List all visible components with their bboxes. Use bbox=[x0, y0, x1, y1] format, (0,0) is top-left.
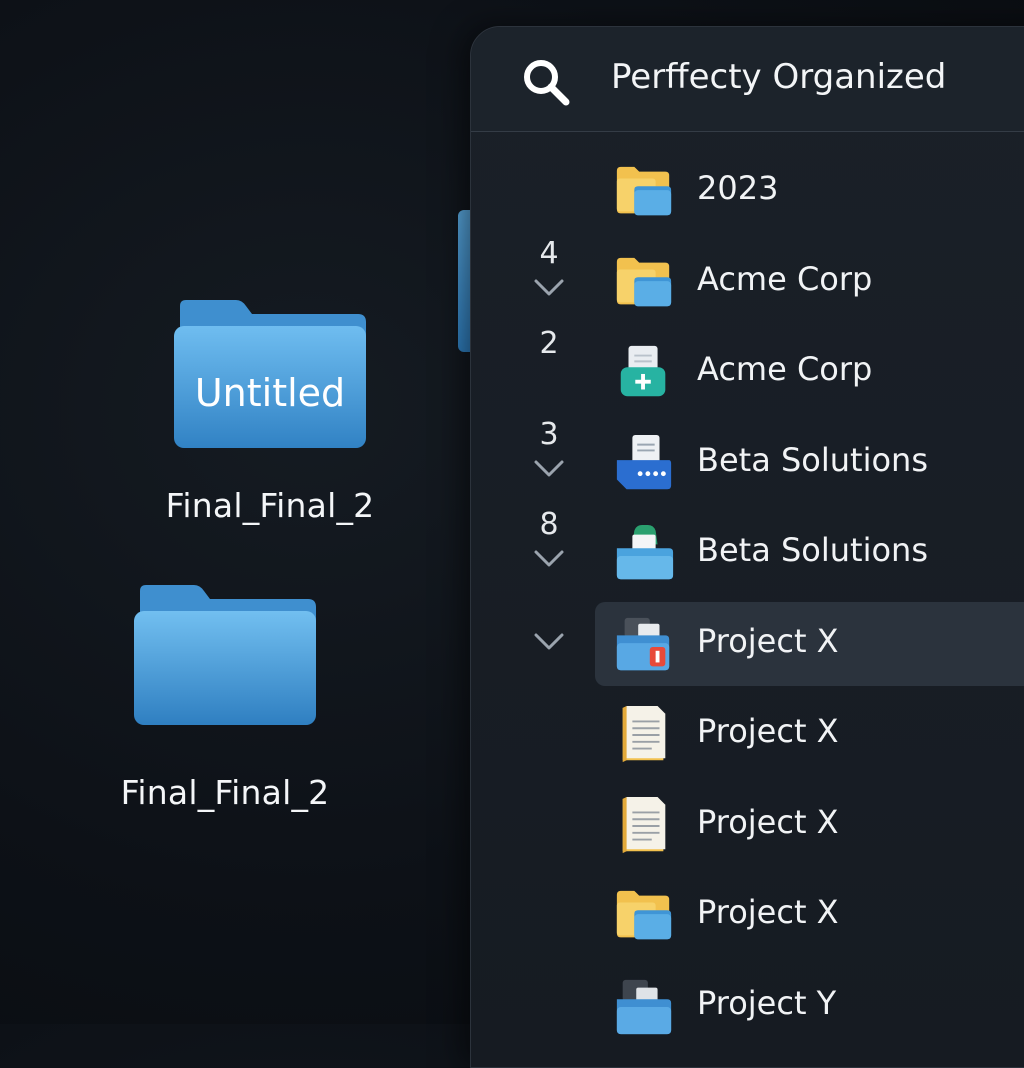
folder-red-badge-icon bbox=[616, 617, 670, 670]
yellow-document-icon bbox=[622, 796, 666, 853]
folder-row[interactable]: Project Y bbox=[471, 964, 1024, 1048]
desktop-folder-final[interactable]: Final_Final_2 bbox=[105, 585, 345, 812]
item-count: 8 bbox=[539, 507, 559, 542]
chevron-down-icon[interactable] bbox=[533, 459, 565, 479]
chevron-down-icon[interactable] bbox=[533, 549, 565, 569]
folder-printer-icon bbox=[616, 524, 674, 580]
folder-row-label: Project X bbox=[697, 712, 839, 750]
panel-title: Perffecty Organized bbox=[611, 57, 947, 97]
folder-row-label: Project X bbox=[697, 621, 839, 660]
chevron-down-icon[interactable] bbox=[533, 632, 565, 652]
folder-icon bbox=[134, 585, 316, 725]
folder-row-label: Beta Solutions bbox=[697, 531, 928, 569]
chevron-down-icon[interactable] bbox=[533, 278, 565, 298]
folder-row[interactable]: Project X bbox=[471, 873, 1024, 957]
folder-dark-blue-icon bbox=[616, 979, 672, 1034]
folder-yellow-blue-icon bbox=[616, 166, 672, 216]
folder-row-label: Project X bbox=[697, 893, 839, 931]
folder-yellow-blue-icon bbox=[616, 890, 672, 940]
folder-row-label: Project Y bbox=[697, 983, 837, 1022]
folder-row-label: Project X bbox=[697, 802, 839, 841]
yellow-document-icon bbox=[622, 705, 666, 763]
desktop-folder-untitled[interactable]: Untitled Final_Final_2 bbox=[150, 300, 390, 525]
folder-row-label: Acme Corp bbox=[697, 350, 873, 388]
folder-row[interactable]: 4 Acme Corp bbox=[471, 236, 1024, 324]
folder-row[interactable]: 3 Beta Solutions bbox=[471, 417, 1024, 505]
folder-row-label: Beta Solutions bbox=[697, 440, 928, 479]
desktop-folder-label: Final_Final_2 bbox=[120, 773, 330, 812]
medical-kit-document-icon bbox=[620, 345, 666, 397]
folder-badge-text: Untitled bbox=[195, 371, 345, 415]
item-count: 3 bbox=[539, 416, 559, 452]
folder-row[interactable]: 8 Beta Solutions bbox=[471, 507, 1024, 595]
panel-header: Perffecty Organized bbox=[471, 27, 1024, 132]
folder-icon: Untitled bbox=[174, 300, 366, 448]
folder-row[interactable]: 2023 bbox=[471, 149, 1024, 233]
folder-row[interactable]: Project X bbox=[471, 783, 1024, 867]
document-chat-icon bbox=[616, 434, 672, 489]
desktop-folder-label: Final_Final_2 bbox=[165, 486, 375, 525]
folder-row[interactable]: 2 Acme Corp bbox=[471, 326, 1024, 414]
folder-yellow-blue-icon bbox=[616, 257, 672, 306]
folder-row[interactable]: Project X bbox=[471, 692, 1024, 776]
folder-row[interactable]: Project X bbox=[471, 601, 1024, 686]
folder-row-label: 2023 bbox=[697, 169, 779, 207]
item-count: 4 bbox=[539, 235, 559, 271]
search-icon[interactable] bbox=[521, 57, 571, 107]
folder-row-label: Acme Corp bbox=[697, 259, 873, 298]
item-count: 2 bbox=[539, 326, 559, 361]
organizer-panel: Perffecty Organized 2023 4 Acme Corp 2 Acm… bbox=[470, 26, 1024, 1068]
